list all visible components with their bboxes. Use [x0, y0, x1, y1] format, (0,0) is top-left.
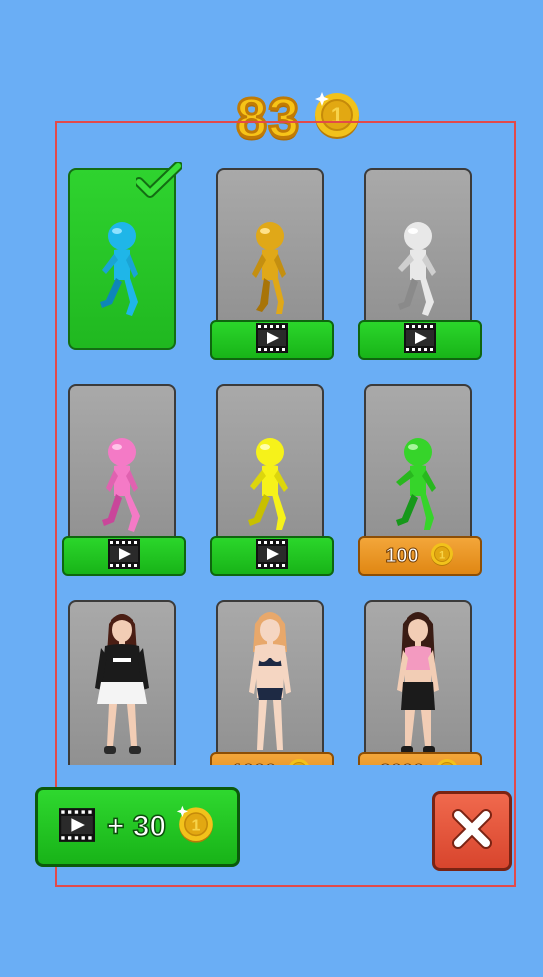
skin-card-green[interactable]: 100 1: [358, 384, 482, 576]
gold-coin-icon: 1: [286, 757, 312, 765]
stickman-figure-gold: [240, 222, 300, 327]
watch-ad-button[interactable]: [62, 536, 186, 576]
reward-amount-label: + 30: [106, 809, 167, 844]
close-x-icon: [450, 807, 494, 856]
skin-grid[interactable]: 100 1: [58, 160, 498, 765]
skin-card-girl-bikini[interactable]: 1000 1: [210, 600, 334, 765]
video-ad-icon: [256, 538, 288, 574]
stickman-figure-white: [388, 222, 448, 327]
buy-with-coins-button[interactable]: 2000 1: [358, 752, 482, 765]
gold-coin-icon: 1: [434, 757, 460, 765]
watch-ad-button[interactable]: [358, 320, 482, 360]
watch-ad-reward-button[interactable]: + 30 1: [35, 787, 240, 867]
video-ad-icon: [404, 322, 436, 358]
stickman-figure-green: [388, 438, 448, 543]
watch-ad-button[interactable]: [210, 320, 334, 360]
watch-ad-button[interactable]: [210, 536, 334, 576]
price-label: 100: [385, 544, 419, 567]
close-button[interactable]: [432, 791, 512, 871]
skin-card-yellow[interactable]: [210, 384, 334, 576]
skin-card-pink[interactable]: [62, 384, 186, 576]
buy-with-coins-button[interactable]: 1000 1: [210, 752, 334, 765]
stickman-figure-blue: [92, 222, 152, 327]
stickman-figure-pink: [92, 438, 152, 543]
gold-coin-icon: 1: [176, 805, 216, 850]
video-ad-icon: [108, 538, 140, 574]
video-ad-icon: [58, 807, 95, 847]
skin-card-girl-pink-top[interactable]: 2000 1: [358, 600, 482, 765]
svg-text:1: 1: [192, 817, 201, 834]
character-figure-girl-hoodie: [87, 606, 157, 765]
skin-card-gold[interactable]: [210, 168, 334, 360]
character-figure-girl-bikini: [235, 606, 305, 765]
skin-shop-screen: 83 1 100 1 + 30 1: [0, 0, 543, 977]
checkmark-icon: [134, 161, 183, 207]
video-ad-icon: [256, 322, 288, 358]
skin-card-white[interactable]: [358, 168, 482, 360]
skin-card-girl-hoodie[interactable]: [68, 600, 176, 765]
buy-with-coins-button[interactable]: 100 1: [358, 536, 482, 576]
price-label: 1000: [231, 760, 276, 765]
svg-text:1: 1: [439, 549, 445, 561]
gold-coin-icon: 1: [429, 541, 455, 572]
character-figure-girl-pink-top: [383, 606, 453, 765]
price-label: 2000: [379, 760, 424, 765]
skin-card-blue[interactable]: [68, 161, 183, 350]
stickman-figure-yellow: [240, 438, 300, 543]
